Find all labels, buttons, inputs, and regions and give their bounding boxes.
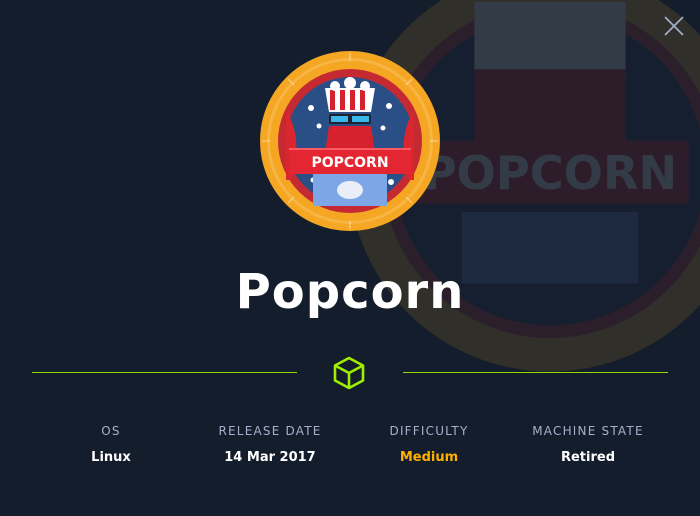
stat-value: Linux	[91, 450, 131, 465]
close-icon	[664, 16, 684, 36]
difficulty-value: Medium	[399, 450, 459, 465]
stat-difficulty: DIFFICULTY Medium	[349, 422, 509, 467]
svg-text:POPCORN: POPCORN	[423, 146, 677, 200]
stat-label: RELEASE DATE	[218, 424, 322, 438]
machine-avatar: POPCORN	[260, 51, 440, 231]
divider-left	[32, 372, 297, 373]
stat-value: 14 Mar 2017	[224, 450, 316, 465]
stat-label: OS	[101, 424, 121, 438]
stat-value: Retired	[560, 450, 616, 465]
stat-machine-state: MACHINE STATE Retired	[508, 422, 668, 467]
machine-title: Popcorn	[235, 264, 465, 320]
svg-text:POPCORN: POPCORN	[311, 155, 388, 171]
stat-label: DIFFICULTY	[389, 424, 469, 438]
stat-label: MACHINE STATE	[532, 424, 644, 438]
machine-info-modal: POPCORN POPCORN Popcorn OS Linux RELEASE…	[0, 0, 700, 516]
close-button[interactable]	[662, 14, 686, 38]
stat-os: OS Linux	[31, 422, 191, 467]
machine-stats: OS Linux RELEASE DATE 14 Mar 2017 DIFFIC…	[0, 422, 700, 472]
divider-right	[403, 372, 668, 373]
stat-release-date: RELEASE DATE 14 Mar 2017	[190, 422, 350, 467]
cube-icon	[333, 356, 365, 390]
